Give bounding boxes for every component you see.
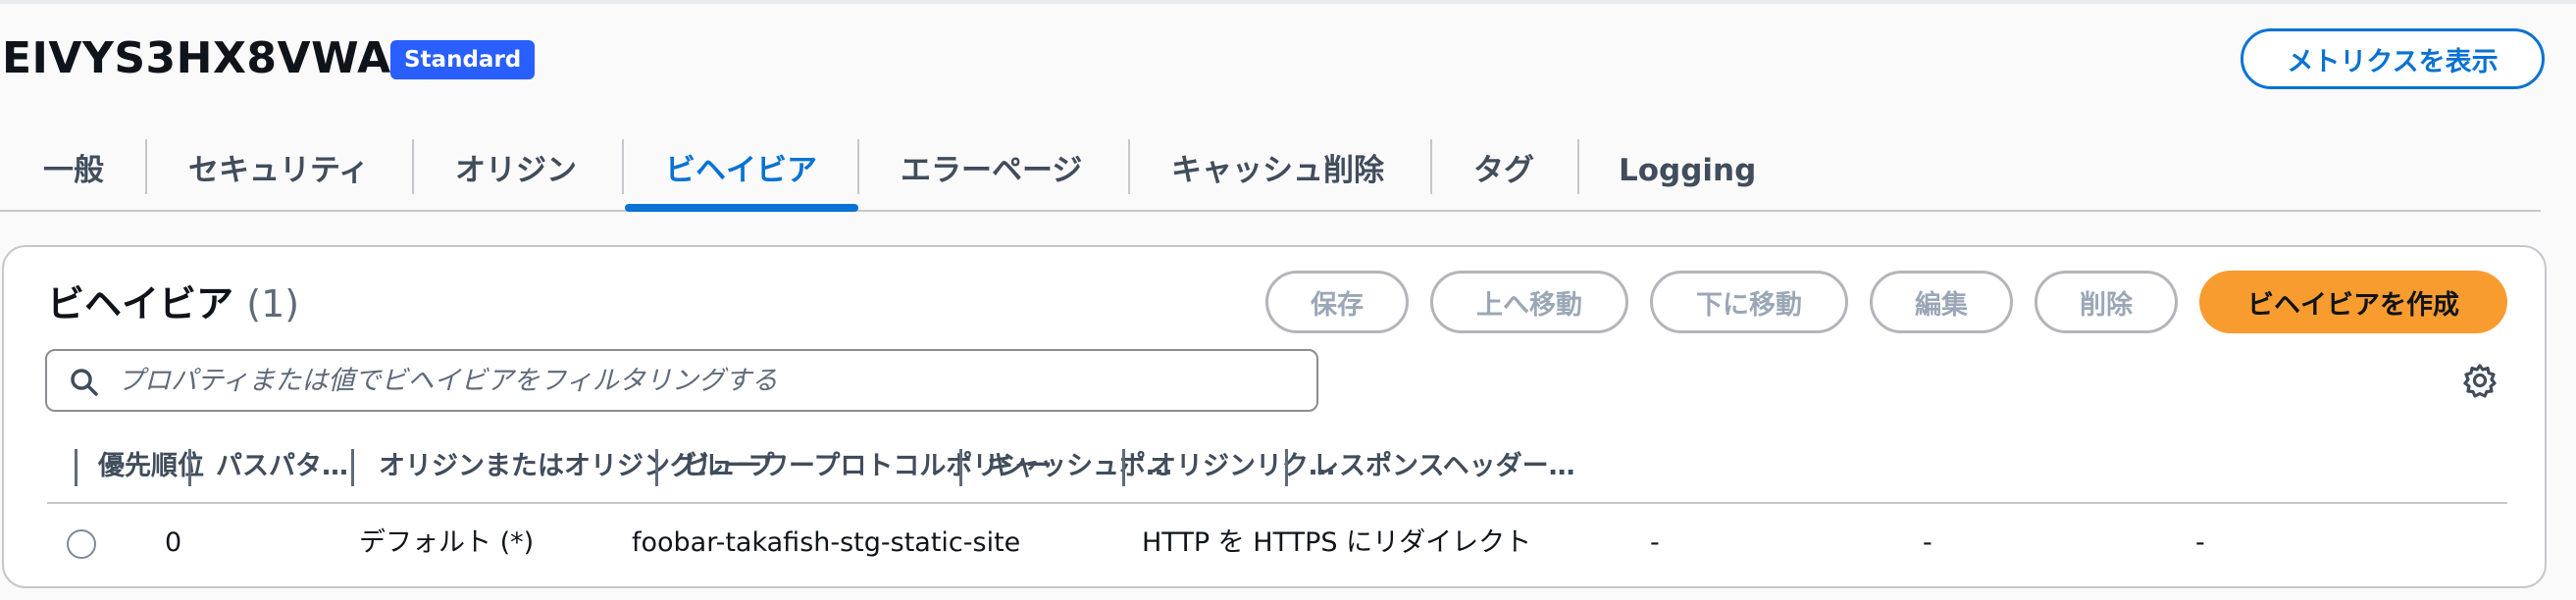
behaviors-container: ビヘイビア (1) 保存 上へ移動 下に移動 編集 削除 ビヘイビアを作成 優先… xyxy=(2,245,2547,588)
tab-bar: 一般 セキュリティ オリジン ビヘイビア エラーページ キャッシュ削除 タグ L… xyxy=(0,127,2541,212)
view-metrics-button[interactable]: メトリクスを表示 xyxy=(2241,28,2545,89)
move-down-button[interactable]: 下に移動 xyxy=(1650,271,1848,333)
column-resizer[interactable] xyxy=(351,449,354,486)
tab-divider xyxy=(1430,139,1432,194)
distribution-id-title: EIVYS3HX8VWAX xyxy=(2,33,426,83)
cell-cache-policy: - xyxy=(1650,527,1660,558)
cell-path-pattern: デフォルト (*) xyxy=(359,527,535,558)
tab-divider xyxy=(622,139,624,194)
tab-security[interactable]: セキュリティ xyxy=(188,141,369,200)
table-header: 優先順位 パスパターン オリジンまたはオリジングループ ビューワープロトコルポリ… xyxy=(47,431,2507,504)
tab-logging[interactable]: Logging xyxy=(1619,141,1756,200)
column-resizer[interactable] xyxy=(75,449,77,486)
column-header-response-headers[interactable]: レスポンスヘッダー… xyxy=(1313,431,1607,502)
move-up-button[interactable]: 上へ移動 xyxy=(1430,271,1628,333)
panel-title: ビヘイビア (1) xyxy=(47,276,299,331)
tab-divider xyxy=(412,139,414,194)
behavior-filter xyxy=(45,349,1318,412)
behavior-count: (1) xyxy=(246,282,300,325)
cell-origin-request: - xyxy=(1923,527,1932,558)
table-row[interactable]: 0 デフォルト (*) foobar-takafish-stg-static-s… xyxy=(47,506,2507,580)
cell-origin: foobar-takafish-stg-static-site xyxy=(632,527,1021,558)
cell-viewer-protocol: HTTP を HTTPS にリダイレクト xyxy=(1142,527,1532,558)
cell-response-headers: - xyxy=(2195,527,2205,558)
tab-error-pages[interactable]: エラーページ xyxy=(901,141,1082,200)
filter-input[interactable] xyxy=(118,351,1295,410)
row-select-radio[interactable] xyxy=(67,529,96,559)
tab-divider xyxy=(857,139,859,194)
create-behavior-button[interactable]: ビヘイビアを作成 xyxy=(2199,271,2507,333)
column-header-path-pattern[interactable]: パスパターン xyxy=(216,431,363,502)
tab-tags[interactable]: タグ xyxy=(1473,141,1534,200)
column-header-precedence[interactable]: 優先順位 xyxy=(98,431,235,502)
tab-divider xyxy=(145,139,147,194)
gear-icon[interactable] xyxy=(2462,363,2498,398)
tab-general[interactable]: 一般 xyxy=(43,141,104,200)
tab-divider xyxy=(1577,139,1579,194)
cell-precedence: 0 xyxy=(165,527,182,558)
column-resizer[interactable] xyxy=(1285,449,1288,486)
delete-button[interactable]: 削除 xyxy=(2035,271,2178,333)
tab-divider xyxy=(1128,139,1130,194)
active-tab-indicator xyxy=(625,204,858,212)
column-resizer[interactable] xyxy=(655,449,658,486)
price-class-badge: Standard xyxy=(390,40,536,79)
search-icon xyxy=(71,369,98,396)
column-resizer[interactable] xyxy=(1122,449,1125,486)
tab-behaviors[interactable]: ビヘイビア xyxy=(665,141,817,200)
column-resizer[interactable] xyxy=(188,449,191,486)
column-resizer[interactable] xyxy=(959,449,962,486)
tab-invalidations[interactable]: キャッシュ削除 xyxy=(1171,141,1384,200)
tab-origins[interactable]: オリジン xyxy=(455,141,577,200)
panel-title-text: ビヘイビア xyxy=(47,282,234,325)
edit-button[interactable]: 編集 xyxy=(1870,271,2013,333)
save-button[interactable]: 保存 xyxy=(1265,271,1409,333)
